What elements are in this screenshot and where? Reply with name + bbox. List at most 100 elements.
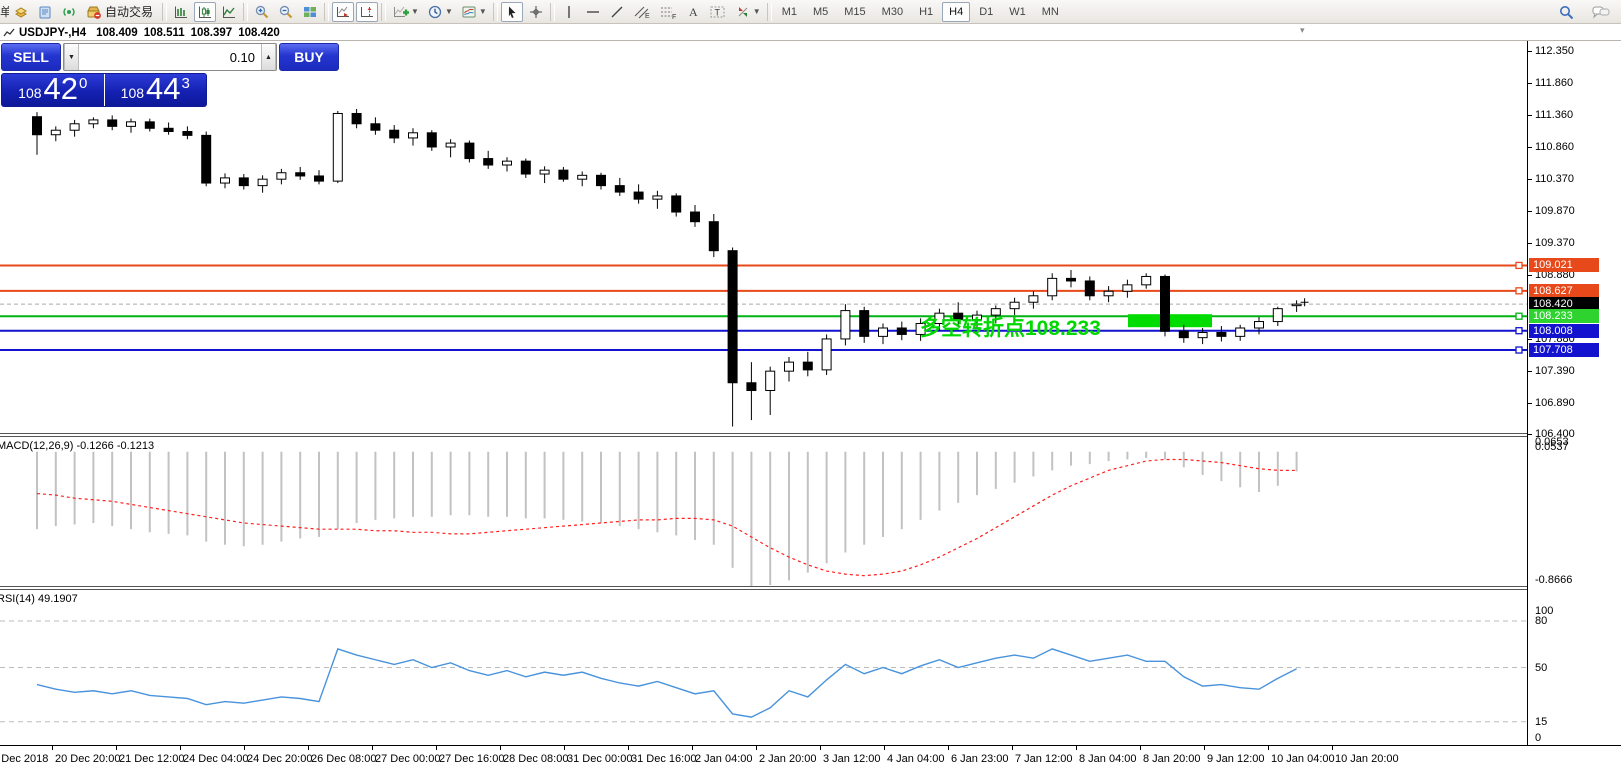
- indicators-icon[interactable]: ▼: [389, 2, 422, 22]
- rsi-scale-label: 80: [1535, 615, 1547, 627]
- time-tick: [1012, 746, 1013, 750]
- timeframe-M30[interactable]: M30: [875, 2, 910, 22]
- chart-shift-icon[interactable]: [356, 2, 378, 22]
- scale-tick: [1528, 147, 1532, 148]
- zoom-in-icon[interactable]: [251, 2, 273, 22]
- metaeditor-icon[interactable]: [34, 2, 56, 22]
- time-tick: [1204, 746, 1205, 750]
- buy-price-big: 44: [146, 74, 180, 104]
- main-chart-pane[interactable]: 多空转折点108.233: [0, 41, 1527, 433]
- autotrading-label: 自动交易: [102, 3, 156, 20]
- time-label: 26 Dec 08:00: [311, 753, 376, 765]
- scale-tick: [1528, 371, 1532, 372]
- macd-pane[interactable]: MACD(12,26,9) -0.1266 -0.1213: [0, 437, 1527, 586]
- buy-button[interactable]: BUY: [279, 43, 339, 71]
- quote-low: 108.397: [191, 27, 233, 39]
- sell-button[interactable]: SELL: [1, 43, 61, 71]
- price-tick-label: 112.350: [1535, 45, 1574, 57]
- timeframe-M1[interactable]: M1: [775, 2, 804, 22]
- line-chart-icon[interactable]: [218, 2, 240, 22]
- timeframe-H1[interactable]: H1: [912, 2, 940, 22]
- macd-scale-top-label: 0.0537: [1535, 441, 1569, 453]
- symbol-ohlc-bar: USDJPY-,H4 108.409 108.511 108.397 108.4…: [0, 25, 1621, 41]
- candlestick-chart-icon[interactable]: [194, 2, 216, 22]
- scale-tick: [1528, 243, 1532, 244]
- new-order-icon[interactable]: [10, 2, 32, 22]
- candlestick-plot[interactable]: [0, 41, 1527, 433]
- autotrading-icon[interactable]: 自动交易: [82, 2, 159, 22]
- time-label: 21 Dec 12:00: [119, 753, 184, 765]
- price-tick-label: 109.870: [1535, 205, 1575, 217]
- toolbar-separator: [550, 3, 555, 21]
- channel-icon[interactable]: E: [630, 2, 654, 22]
- time-tick: [948, 746, 949, 750]
- svg-text:T: T: [714, 7, 720, 17]
- timeframe-W1[interactable]: W1: [1002, 2, 1033, 22]
- horizontal-line-icon[interactable]: [582, 2, 604, 22]
- timeframe-D1[interactable]: D1: [972, 2, 1000, 22]
- signal-icon[interactable]: [58, 2, 80, 22]
- chevron-down-icon[interactable]: ▼: [753, 7, 761, 16]
- fibonacci-icon[interactable]: F: [656, 2, 680, 22]
- time-tick: [244, 746, 245, 750]
- toolbar-separator: [324, 3, 329, 21]
- time-label: 10 Jan 04:00: [1271, 753, 1335, 765]
- timeframe-M15[interactable]: M15: [837, 2, 872, 22]
- chevron-down-icon[interactable]: ▼: [445, 7, 453, 16]
- annotation-text[interactable]: 多空转折点108.233: [920, 312, 1101, 342]
- chat-icon[interactable]: [1588, 2, 1614, 22]
- time-label: 8 Jan 20:00: [1143, 753, 1201, 765]
- time-label: 6 Jan 23:00: [951, 753, 1009, 765]
- volume-decrease-button[interactable]: ▼: [64, 44, 79, 70]
- text-icon[interactable]: A: [682, 2, 704, 22]
- symbol-name: USDJPY-,H4: [19, 27, 86, 39]
- chevron-down-icon[interactable]: ▼: [411, 7, 419, 16]
- scale-tick: [1528, 339, 1532, 340]
- timeframe-MN[interactable]: MN: [1035, 2, 1066, 22]
- time-tick: [1268, 746, 1269, 750]
- volume-increase-button[interactable]: ▲: [261, 44, 276, 70]
- time-tick: [1076, 746, 1077, 750]
- rsi-pane[interactable]: RSI(14) 49.1907: [0, 590, 1527, 745]
- price-level-chip: 109.021: [1529, 258, 1599, 272]
- time-label: 28 Dec 08:00: [503, 753, 568, 765]
- scale-tick: [1528, 211, 1532, 212]
- buy-price[interactable]: 108 44 3: [105, 74, 207, 106]
- toolbar-separator: [493, 3, 498, 21]
- tile-windows-icon[interactable]: [299, 2, 321, 22]
- bar-chart-icon[interactable]: [170, 2, 192, 22]
- time-label: 27 Dec 16:00: [439, 753, 504, 765]
- toolbar-separator: [162, 3, 167, 21]
- rsi-scale-label: 50: [1535, 662, 1547, 674]
- timeframe-M5[interactable]: M5: [806, 2, 835, 22]
- macd-plot[interactable]: [0, 437, 1527, 586]
- toolbar: 单自动交易▼▼▼EFAT▼M1M5M15M30H1H4D1W1MN: [0, 0, 1621, 24]
- price-tick-label: 110.860: [1535, 141, 1574, 153]
- timeframe-H4[interactable]: H4: [942, 2, 970, 22]
- chart-scroll-arrow-icon[interactable]: ▾: [1300, 25, 1305, 36]
- price-tick-label: 109.370: [1535, 237, 1575, 249]
- mt4-window: 单自动交易▼▼▼EFAT▼M1M5M15M30H1H4D1W1MN USDJPY…: [0, 0, 1621, 771]
- label-icon[interactable]: T: [706, 2, 730, 22]
- crosshair-icon[interactable]: [525, 2, 547, 22]
- time-tick: [756, 746, 757, 750]
- cursor-icon[interactable]: [501, 2, 523, 22]
- sell-price[interactable]: 108 42 0: [2, 74, 105, 106]
- rsi-plot[interactable]: [0, 590, 1527, 745]
- time-tick: [372, 746, 373, 750]
- periods-icon[interactable]: ▼: [424, 2, 456, 22]
- time-tick: [116, 746, 117, 750]
- zoom-out-icon[interactable]: [275, 2, 297, 22]
- price-scale[interactable]: 112.350111.860111.360110.860110.370109.8…: [1527, 41, 1621, 745]
- trendline-icon[interactable]: [606, 2, 628, 22]
- price-tick-label: 107.390: [1535, 365, 1575, 377]
- chevron-down-icon[interactable]: ▼: [479, 7, 487, 16]
- templates-icon[interactable]: ▼: [458, 2, 490, 22]
- time-axis[interactable]: 19 Dec 201820 Dec 20:0021 Dec 12:0024 De…: [0, 745, 1621, 771]
- vertical-line-icon[interactable]: [558, 2, 580, 22]
- sell-price-sup: 0: [79, 75, 87, 92]
- auto-scroll-icon[interactable]: [332, 2, 354, 22]
- arrows-icon[interactable]: ▼: [732, 2, 764, 22]
- volume-input[interactable]: [79, 44, 261, 70]
- search-icon[interactable]: [1555, 2, 1578, 22]
